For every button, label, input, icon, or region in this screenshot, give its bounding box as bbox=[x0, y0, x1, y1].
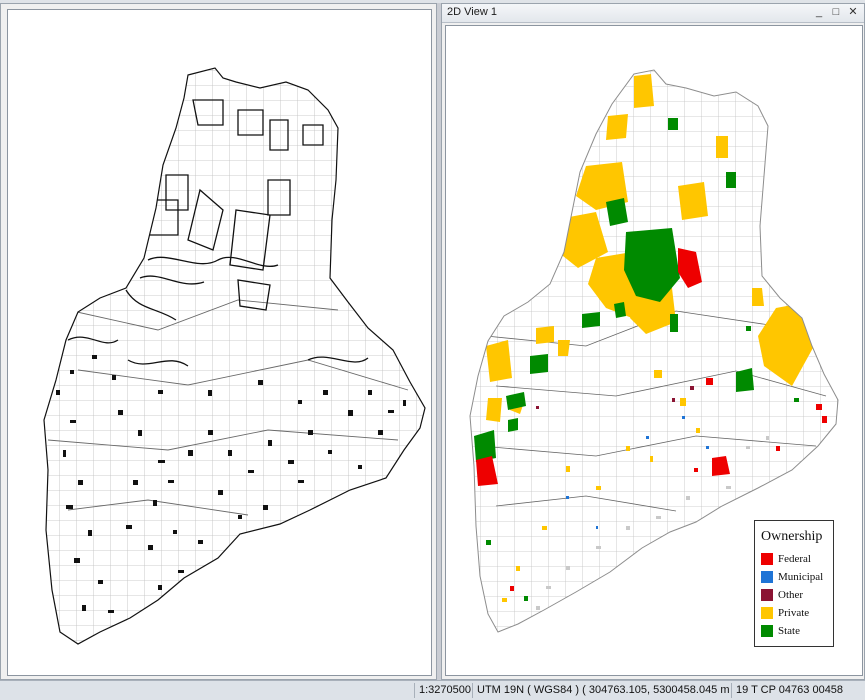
legend-swatch-municipal bbox=[761, 571, 773, 583]
legend-label-other: Other bbox=[778, 589, 804, 601]
projection-coordinates: UTM 19N ( WGS84 ) ( 304763.105, 5300458.… bbox=[472, 683, 731, 698]
left-map-svg bbox=[8, 10, 431, 675]
legend-swatch-private bbox=[761, 607, 773, 619]
status-bar: 1:3270500 UTM 19N ( WGS84 ) ( 304763.105… bbox=[0, 680, 865, 700]
left-map-canvas[interactable] bbox=[7, 9, 432, 676]
legend-label-municipal: Municipal bbox=[778, 571, 824, 583]
ownership-legend: Ownership Federal Municipal Other Privat… bbox=[754, 520, 834, 647]
right-view-titlebar: 2D View 1 _ □ ✕ bbox=[442, 4, 864, 23]
legend-swatch-state bbox=[761, 625, 773, 637]
legend-swatch-other bbox=[761, 589, 773, 601]
close-button[interactable]: ✕ bbox=[846, 5, 860, 19]
left-map-view[interactable] bbox=[0, 3, 437, 680]
map-scale: 1:3270500 bbox=[414, 683, 472, 698]
minimize-button[interactable]: _ bbox=[812, 5, 826, 19]
legend-label-private: Private bbox=[778, 607, 810, 619]
grid-reference: 19 T CP 04763 00458 bbox=[731, 683, 865, 698]
legend-title: Ownership bbox=[761, 529, 823, 544]
right-view-title: 2D View 1 bbox=[447, 6, 497, 18]
legend-label-state: State bbox=[778, 625, 800, 637]
legend-swatch-federal bbox=[761, 553, 773, 565]
legend-label-federal: Federal bbox=[778, 553, 811, 565]
maximize-button[interactable]: □ bbox=[829, 5, 843, 19]
